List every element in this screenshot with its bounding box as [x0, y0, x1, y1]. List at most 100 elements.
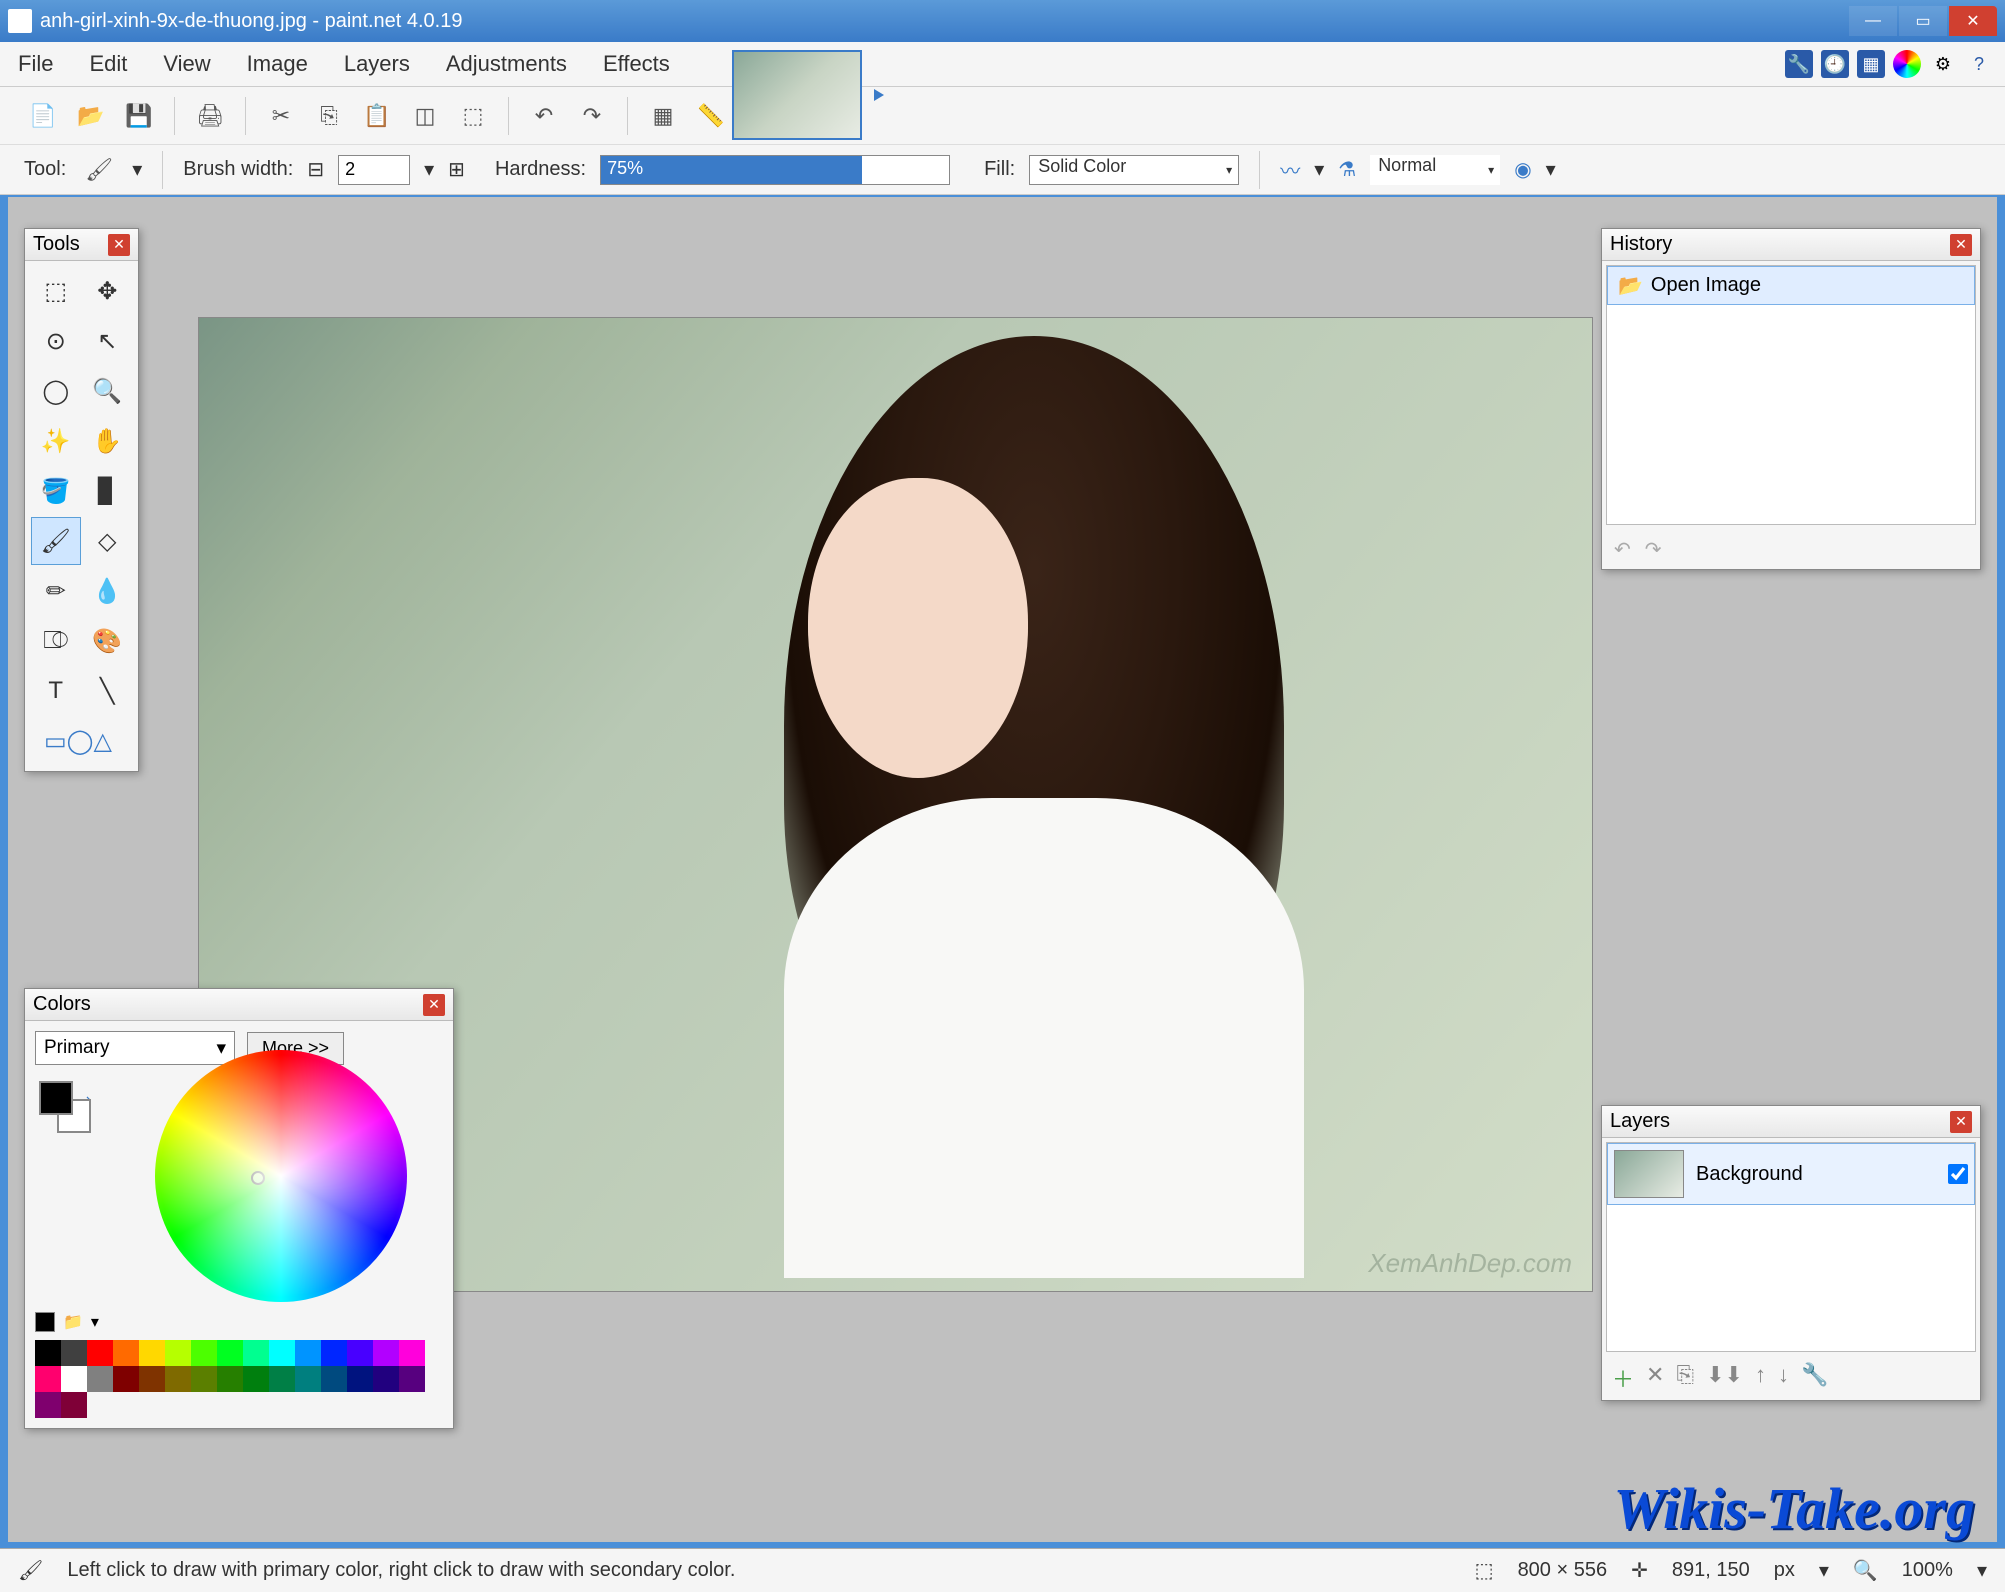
new-file-icon[interactable]: 📄 — [24, 97, 62, 135]
palette-color[interactable] — [321, 1340, 347, 1366]
layers-window-icon[interactable]: ▦ — [1857, 50, 1885, 78]
palette-color[interactable] — [35, 1392, 61, 1418]
palette-color[interactable] — [139, 1340, 165, 1366]
palette-color[interactable] — [61, 1392, 87, 1418]
color-mode-dropdown[interactable]: Primary — [35, 1031, 235, 1065]
color-swatches[interactable] — [39, 1081, 91, 1133]
history-window-icon[interactable]: 🕘 — [1821, 50, 1849, 78]
menu-file[interactable]: File — [0, 42, 71, 86]
palette-color[interactable] — [295, 1340, 321, 1366]
magic-wand-tool[interactable]: ✨ — [31, 417, 81, 465]
palette-dropdown-icon[interactable]: ▾ — [91, 1312, 99, 1332]
history-redo-icon[interactable]: ↷ — [1645, 537, 1662, 562]
open-file-icon[interactable]: 📂 — [72, 97, 110, 135]
palette-color[interactable] — [269, 1366, 295, 1392]
undo-icon[interactable]: ↶ — [525, 97, 563, 135]
layers-panel-close[interactable]: ✕ — [1950, 1111, 1972, 1133]
palette-color[interactable] — [399, 1366, 425, 1392]
palette-color[interactable] — [347, 1366, 373, 1392]
layer-row[interactable]: Background — [1607, 1143, 1975, 1205]
history-panel-close[interactable]: ✕ — [1950, 234, 1972, 256]
unit-dropdown-icon[interactable]: ▾ — [1819, 1558, 1829, 1583]
palette-color[interactable] — [35, 1366, 61, 1392]
move-layer-down-icon[interactable]: ↓ — [1778, 1362, 1789, 1394]
palette-color[interactable] — [113, 1366, 139, 1392]
move-layer-up-icon[interactable]: ↑ — [1755, 1362, 1766, 1394]
hardness-slider[interactable]: 75% — [600, 155, 950, 185]
brush-width-dropdown[interactable]: ▾ — [424, 157, 434, 182]
status-zoom[interactable]: 100% — [1902, 1559, 1953, 1582]
move-pixels-tool[interactable]: ↖ — [83, 317, 133, 365]
paste-icon[interactable]: 📋 — [358, 97, 396, 135]
brush-width-input[interactable] — [338, 155, 410, 185]
palette-color[interactable] — [139, 1366, 165, 1392]
recolor-tool[interactable]: 🎨 — [83, 617, 133, 665]
palette-color[interactable] — [373, 1340, 399, 1366]
zoom-dropdown-icon[interactable]: ▾ — [1977, 1558, 1987, 1583]
minimize-button[interactable]: — — [1849, 6, 1897, 36]
palette-color[interactable] — [87, 1340, 113, 1366]
merge-down-icon[interactable]: ⬇⬇ — [1706, 1362, 1743, 1394]
shapes-tool[interactable]: ▭◯△ — [31, 717, 132, 765]
blend-icon[interactable]: ⚗ — [1338, 157, 1356, 182]
palette-color[interactable] — [269, 1340, 295, 1366]
move-selection-tool[interactable]: ✥ — [83, 267, 133, 315]
palette-color[interactable] — [217, 1340, 243, 1366]
palette-color[interactable] — [321, 1366, 347, 1392]
palette-color[interactable] — [373, 1366, 399, 1392]
colors-window-icon[interactable] — [1893, 50, 1921, 78]
lasso-select-tool[interactable]: ⊙ — [31, 317, 81, 365]
menu-effects[interactable]: Effects — [585, 42, 688, 86]
color-picker-tool[interactable]: 💧 — [83, 567, 133, 615]
antialias-icon[interactable]: 〰 — [1280, 155, 1300, 184]
rectangle-select-tool[interactable]: ⬚ — [31, 267, 81, 315]
add-to-palette-icon[interactable]: 📁 — [63, 1312, 83, 1332]
gradient-tool[interactable]: ▊ — [83, 467, 133, 515]
grid-icon[interactable]: ▦ — [644, 97, 682, 135]
antialias-dropdown[interactable]: ▾ — [1314, 157, 1324, 182]
palette-color[interactable] — [295, 1366, 321, 1392]
palette-color[interactable] — [61, 1340, 87, 1366]
color-wheel[interactable] — [155, 1050, 407, 1302]
palette-color[interactable] — [191, 1366, 217, 1392]
colors-panel-close[interactable]: ✕ — [423, 994, 445, 1016]
eraser-tool[interactable]: ◇ — [83, 517, 133, 565]
menu-image[interactable]: Image — [229, 42, 326, 86]
settings-icon[interactable]: ⚙ — [1929, 50, 1957, 78]
layer-properties-icon[interactable]: 🔧 — [1801, 1362, 1828, 1394]
maximize-button[interactable]: ▭ — [1899, 6, 1947, 36]
paintbrush-tool[interactable]: 🖌 — [31, 517, 81, 565]
menu-layers[interactable]: Layers — [326, 42, 428, 86]
paint-bucket-tool[interactable]: 🪣 — [31, 467, 81, 515]
history-item[interactable]: 📂 Open Image — [1607, 266, 1975, 305]
palette-color[interactable] — [113, 1340, 139, 1366]
palette-color[interactable] — [35, 1340, 61, 1366]
primary-color-swatch[interactable] — [39, 1081, 73, 1115]
history-undo-icon[interactable]: ↶ — [1614, 537, 1631, 562]
palette-color[interactable] — [165, 1340, 191, 1366]
active-tool-icon[interactable]: 🖌 — [80, 151, 118, 189]
overwrite-dropdown[interactable]: ▾ — [1546, 157, 1556, 182]
add-layer-icon[interactable]: ＋ — [1612, 1362, 1634, 1394]
redo-icon[interactable]: ↷ — [573, 97, 611, 135]
blend-mode-dropdown[interactable]: Normal — [1370, 155, 1500, 185]
increment-icon[interactable]: ⊞ — [448, 157, 465, 182]
tools-window-icon[interactable]: 🔧 — [1785, 50, 1813, 78]
tools-panel-close[interactable]: ✕ — [108, 234, 130, 256]
delete-layer-icon[interactable]: ✕ — [1646, 1362, 1664, 1394]
line-tool[interactable]: ╲ — [83, 667, 133, 715]
ellipse-select-tool[interactable]: ◯ — [31, 367, 81, 415]
fill-dropdown[interactable]: Solid Color — [1029, 155, 1239, 185]
palette-color[interactable] — [243, 1340, 269, 1366]
decrement-icon[interactable]: ⊟ — [307, 157, 324, 182]
palette-color[interactable] — [217, 1366, 243, 1392]
overwrite-icon[interactable]: ◉ — [1514, 157, 1531, 182]
menu-view[interactable]: View — [145, 42, 228, 86]
clone-stamp-tool[interactable]: ⎄ — [31, 617, 81, 665]
tool-dropdown-arrow[interactable]: ▾ — [132, 157, 142, 182]
status-unit[interactable]: px — [1774, 1559, 1795, 1582]
duplicate-layer-icon[interactable]: ⎘ — [1676, 1362, 1694, 1394]
text-tool[interactable]: T — [31, 667, 81, 715]
palette-color[interactable] — [243, 1366, 269, 1392]
menu-edit[interactable]: Edit — [71, 42, 145, 86]
